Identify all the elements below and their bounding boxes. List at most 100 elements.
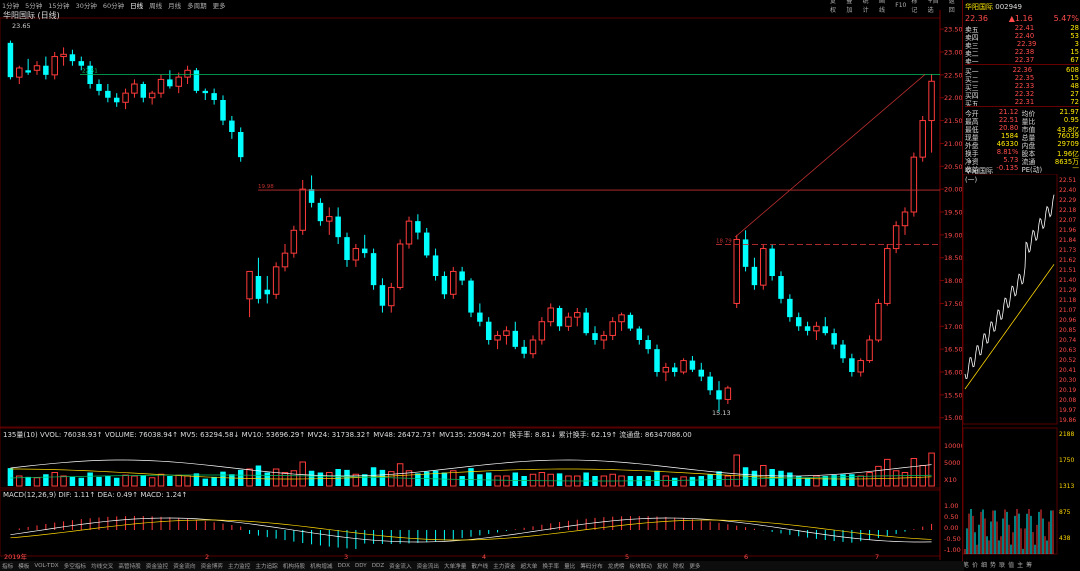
indicator-tab[interactable]: 资金监控 [146, 562, 168, 570]
candle-body [910, 156, 918, 213]
indicator-tab[interactable]: DDX [338, 563, 350, 569]
indicator-tab[interactable]: 复权 [657, 562, 668, 570]
indicator-tab[interactable]: 量比 [564, 562, 575, 570]
mini-axis-label: 21.62 [1059, 257, 1076, 264]
indicator-tab[interactable]: 资金流向 [173, 562, 195, 570]
candle-body [264, 289, 271, 295]
price-axis-label: 23.00 [944, 49, 962, 57]
candle-body [574, 312, 581, 318]
quote-panel: 华阳国际 002949 22.36 ▲1.16 5.47% 卖五 22.41 28 卖… [962, 0, 1080, 571]
candle-body [272, 266, 280, 295]
volume-bar [69, 476, 76, 486]
price-axis-label: 18.50 [944, 254, 962, 262]
indicator-tab[interactable]: 主力追踪 [255, 562, 277, 570]
candle-body [131, 83, 138, 94]
ask-row: 卖二 22.38 15 [965, 48, 1079, 58]
volume-bar [140, 475, 147, 486]
indicator-tab[interactable]: 超大单 [521, 562, 538, 570]
mini-tab[interactable]: 值 [1008, 560, 1014, 571]
volume-bar [521, 476, 527, 486]
candle-body [202, 90, 209, 94]
indicator-tab[interactable]: 主力监控 [228, 562, 250, 570]
candle-body [352, 248, 360, 261]
indicator-tab[interactable]: DDZ [372, 563, 384, 569]
indicator-tab[interactable]: 龙虎榜 [608, 562, 625, 570]
candle-body [299, 188, 306, 231]
volume-bar [529, 473, 537, 487]
mini-vol-axis-label: 1313 [1059, 483, 1074, 490]
volume-panel: 10000 5000 X10 [7, 442, 962, 487]
indicator-tab[interactable]: 多空指标 [64, 562, 86, 570]
mini-axis-label: 21.07 [1059, 307, 1076, 314]
candle-body [43, 65, 49, 75]
indicator-tab[interactable]: VOL-TDX [34, 563, 58, 569]
indicator-tab[interactable]: 资金流入 [389, 562, 411, 570]
time-axis-label: 7 [875, 553, 879, 561]
mini-axis-label: 19.97 [1059, 407, 1076, 414]
candle-body [485, 321, 492, 340]
candle-body [654, 349, 660, 372]
mini-tab[interactable]: 细 [981, 560, 987, 571]
mini-tab[interactable]: 联 [999, 560, 1005, 571]
mini-axis-label: 21.73 [1059, 247, 1076, 254]
indicator-tab[interactable]: 资金流出 [417, 562, 439, 570]
candle-body [919, 120, 926, 158]
stat-row: 现量 1584 总量 76039 [965, 132, 1079, 142]
indicator-tab[interactable]: 散户线 [471, 562, 488, 570]
candle-body [105, 90, 111, 98]
indicator-tab[interactable]: 更多 [689, 562, 700, 570]
volume-bar [25, 476, 31, 486]
candle-body [78, 61, 85, 66]
volume-axis-label: 10000 [944, 442, 962, 450]
indicator-tab[interactable]: 板块联动 [630, 562, 652, 570]
candle-body [60, 53, 67, 58]
candle-body [778, 276, 784, 299]
indicator-tab[interactable]: 资金博弈 [201, 562, 223, 570]
indicator-tab[interactable]: 均线交叉 [91, 562, 113, 570]
indicator-tab[interactable]: 筹码分布 [580, 562, 602, 570]
candle-body [140, 84, 147, 98]
volume-bar [716, 471, 722, 486]
indicator-tab[interactable]: 除权 [673, 562, 684, 570]
ask-row: 卖三 22.39 3 [965, 40, 1079, 50]
candle-body [592, 333, 598, 340]
candle-body [167, 79, 173, 87]
stat-row: 换手 8.81% 股本 1.96亿 [965, 148, 1079, 158]
candle-body [396, 243, 404, 288]
candle-body [405, 220, 413, 245]
candle-body [538, 321, 546, 341]
candle-body [96, 84, 102, 91]
price-axis-label: 16.00 [944, 369, 962, 377]
mini-axis-label: 22.51 [1059, 177, 1076, 184]
mini-tab[interactable]: 筹 [1026, 560, 1032, 571]
indicator-tab[interactable]: 机构持股 [283, 562, 305, 570]
volume-bar [211, 476, 217, 486]
main-chart[interactable]: 22.51 19.98 18.79 23.50 23.00 22.50 22.00 21.5… [0, 0, 962, 561]
volume-bar [396, 463, 404, 487]
mini-tab[interactable]: 势 [990, 560, 996, 571]
low-price-label: 15.13 [712, 409, 731, 417]
indicator-tab[interactable]: 换手率 [542, 562, 559, 570]
intraday-mini-chart[interactable]: 22.51 22.40 22.29 22.18 22.07 21.96 21.84 21.73… [963, 174, 1080, 558]
volume-bar [255, 465, 262, 486]
candle-body [733, 238, 740, 304]
indicator-tab[interactable]: 模板 [18, 562, 29, 570]
indicator-tab[interactable]: 指标 [2, 562, 13, 570]
mini-tab[interactable]: 价 [972, 560, 978, 571]
mini-axis-label: 20.63 [1059, 347, 1076, 354]
volume-bar [220, 471, 226, 486]
candle-body [229, 120, 235, 132]
indicator-tab[interactable]: 高管持股 [118, 562, 140, 570]
indicator-tab[interactable]: DDY [355, 563, 367, 569]
volume-bar [901, 472, 909, 487]
candle-body [423, 232, 430, 256]
volume-bar [787, 472, 793, 486]
mini-axis-label: 21.29 [1059, 287, 1076, 294]
indicator-tab[interactable]: 大单净量 [444, 562, 466, 570]
candle-body [281, 252, 289, 268]
candle-body [866, 339, 873, 362]
indicator-tab[interactable]: 主力资金 [493, 562, 515, 570]
indicator-tab[interactable]: 机构增减 [310, 562, 332, 570]
candle-body [751, 266, 758, 286]
mini-tab[interactable]: 主 [1017, 560, 1023, 571]
